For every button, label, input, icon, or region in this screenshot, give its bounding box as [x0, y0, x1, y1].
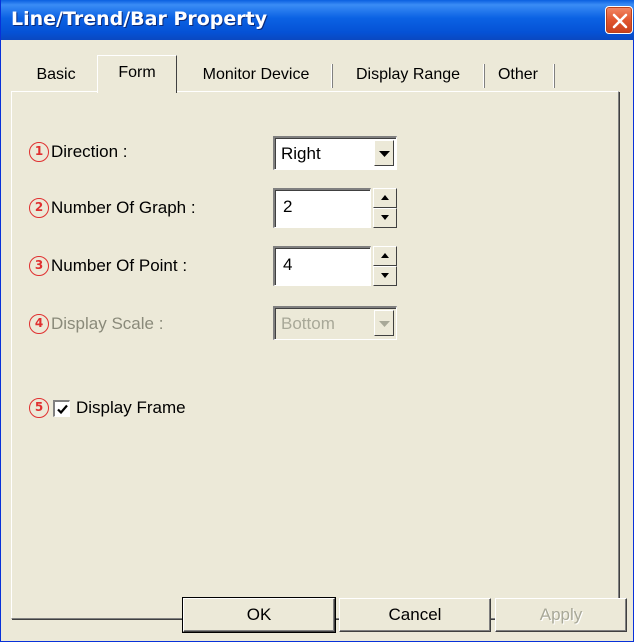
tab-form[interactable]: Form: [97, 55, 177, 93]
tab-separator: [483, 64, 485, 88]
display-scale-row: 4 Display Scale :: [29, 314, 163, 334]
close-icon: [612, 13, 628, 29]
graph-count-stepper[interactable]: [373, 188, 397, 228]
arrow-down-icon: [381, 273, 389, 278]
graph-count-label: Number Of Graph :: [51, 198, 196, 217]
display-scale-select: Bottom: [273, 306, 397, 340]
point-count-down-button[interactable]: [373, 266, 397, 286]
direction-select[interactable]: Right: [273, 136, 397, 170]
direction-dropdown-button[interactable]: [374, 140, 394, 166]
display-scale-value: Bottom: [281, 314, 335, 333]
direction-label: Direction :: [51, 142, 128, 161]
graph-count-row: 2 Number Of Graph :: [29, 198, 196, 218]
point-count-row: 3 Number Of Point :: [29, 256, 187, 276]
tab-separator: [553, 64, 555, 88]
close-button[interactable]: [605, 6, 633, 34]
arrow-up-icon: [381, 195, 389, 200]
graph-count-up-button[interactable]: [373, 188, 397, 208]
marker-1: 1: [29, 142, 49, 162]
arrow-down-icon: [381, 215, 389, 220]
direction-value: Right: [281, 144, 321, 163]
marker-4: 4: [29, 314, 49, 334]
graph-count-down-button[interactable]: [373, 208, 397, 228]
display-frame-checkbox[interactable]: [53, 399, 70, 417]
direction-row: 1 Direction :: [29, 142, 128, 162]
cancel-button[interactable]: Cancel: [339, 598, 491, 632]
point-count-up-button[interactable]: [373, 246, 397, 266]
display-frame-label: Display Frame: [76, 398, 186, 417]
checkmark-icon: [57, 404, 68, 414]
window-title: Line/Trend/Bar Property: [11, 8, 268, 30]
point-count-label: Number Of Point :: [51, 256, 188, 275]
apply-button: Apply: [495, 598, 627, 632]
tab-basic[interactable]: Basic: [25, 62, 87, 90]
marker-5: 5: [29, 398, 49, 418]
point-count-input[interactable]: 4: [273, 246, 371, 286]
property-dialog: Line/Trend/Bar Property Basic Form Monit…: [0, 0, 634, 642]
tab-panel-form: [11, 91, 619, 619]
ok-button[interactable]: OK: [182, 597, 336, 633]
tab-separator: [331, 64, 333, 88]
chevron-down-icon: [379, 321, 390, 327]
title-bar[interactable]: Line/Trend/Bar Property: [1, 0, 634, 40]
marker-2: 2: [29, 198, 49, 218]
point-count-stepper[interactable]: [373, 246, 397, 286]
tab-monitor-device[interactable]: Monitor Device: [183, 62, 329, 90]
display-scale-label: Display Scale :: [51, 314, 164, 333]
graph-count-input[interactable]: 2: [273, 188, 371, 228]
display-frame-row[interactable]: 5 Display Frame: [29, 398, 186, 418]
marker-3: 3: [29, 256, 49, 276]
tab-display-range[interactable]: Display Range: [335, 62, 481, 90]
tab-other[interactable]: Other: [487, 62, 549, 90]
chevron-down-icon: [379, 151, 390, 157]
arrow-up-icon: [381, 253, 389, 258]
display-scale-dropdown-button: [374, 310, 394, 336]
